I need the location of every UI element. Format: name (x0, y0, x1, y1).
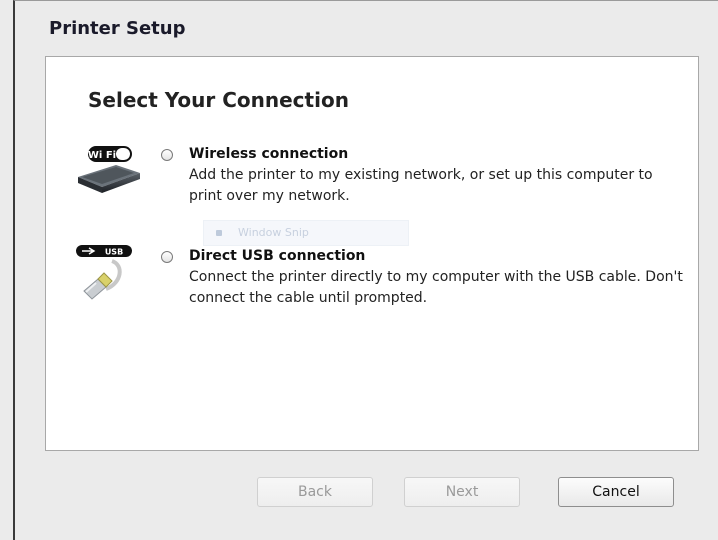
window-title: Printer Setup (49, 18, 186, 39)
radio-wireless[interactable] (161, 149, 173, 161)
back-button[interactable]: Back (257, 477, 373, 507)
content-panel: Select Your Connection Wi Fi Wireless co… (45, 56, 699, 451)
next-button[interactable]: Next (404, 477, 520, 507)
snip-icon (216, 230, 222, 236)
radio-usb[interactable] (161, 251, 173, 263)
usb-cable-icon: USB (76, 245, 132, 300)
option-wireless-title: Wireless connection (189, 146, 349, 162)
wifi-router-icon: Wi Fi (78, 146, 140, 193)
wifi-logo-text: Wi Fi (88, 150, 116, 161)
page-heading: Select Your Connection (88, 88, 349, 112)
option-wireless-description: Add the printer to my existing network, … (189, 167, 653, 204)
cancel-button[interactable]: Cancel (558, 477, 674, 507)
usb-logo-text: USB (105, 248, 123, 257)
option-usb-description: Connect the printer directly to my compu… (189, 269, 683, 306)
window-snip-overlay: Window Snip (203, 220, 409, 246)
snip-label: Window Snip (238, 226, 309, 239)
option-usb-title: Direct USB connection (189, 248, 366, 264)
